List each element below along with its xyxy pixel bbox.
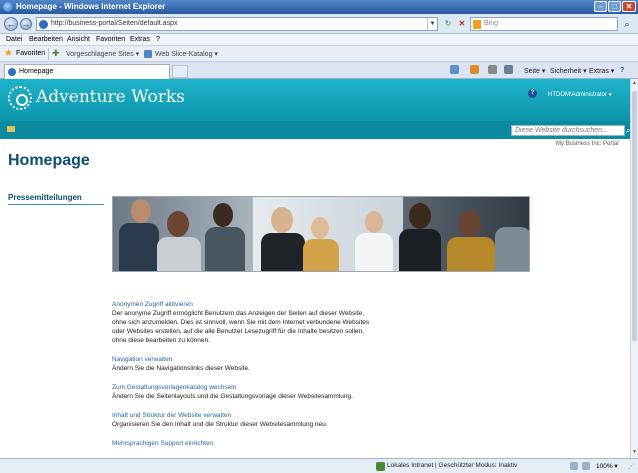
item-link[interactable]: Mehrsprachigen Support einrichten bbox=[112, 440, 372, 448]
close-button[interactable]: ✕ bbox=[622, 1, 636, 12]
portal-link[interactable]: My Business Inc. Portal bbox=[556, 141, 619, 147]
site-action-bar: Diese Website durchsuchen... ⌕ bbox=[0, 121, 630, 139]
item-description: Der anonyme Zugriff ermöglicht Benutzern… bbox=[112, 310, 370, 344]
list-item: Navigation verwalten Ändern Sie die Navi… bbox=[112, 356, 372, 373]
menu-datei[interactable]: Datei bbox=[6, 36, 22, 43]
print-icon[interactable] bbox=[504, 65, 513, 74]
tab-homepage[interactable]: Homepage bbox=[4, 64, 170, 79]
bing-search-input[interactable]: Bing bbox=[470, 17, 618, 31]
safety-menu[interactable]: Sicherheit ▾ bbox=[550, 67, 587, 75]
left-nav-heading[interactable]: Pressemitteilungen bbox=[8, 193, 104, 205]
scroll-down-icon[interactable]: ▼ bbox=[631, 449, 638, 457]
item-link[interactable]: Navigation verwalten bbox=[112, 356, 372, 364]
window-title: Homepage - Windows Internet Explorer bbox=[16, 2, 166, 11]
forward-button[interactable]: → bbox=[20, 18, 32, 30]
user-menu[interactable]: HTDOM\Administrator ▾ bbox=[548, 91, 612, 98]
zoom-level[interactable]: 100% ▾ bbox=[596, 462, 618, 470]
site-title[interactable]: Adventure Works bbox=[36, 87, 185, 107]
favorites-star-icon[interactable]: ★ bbox=[4, 48, 13, 59]
item-description: Ändern Sie die Seitenlayouts und die Ges… bbox=[112, 393, 353, 400]
page-icon bbox=[39, 20, 48, 29]
menu-ansicht[interactable]: Ansicht bbox=[67, 36, 90, 43]
item-description: Organisieren Sie den Inhalt und die Stru… bbox=[112, 421, 328, 428]
page-menu[interactable]: Seite ▾ bbox=[524, 67, 545, 75]
menu-help[interactable]: ? bbox=[156, 36, 160, 43]
menu-extras[interactable]: Extras bbox=[130, 36, 150, 43]
site-search-input[interactable]: Diese Website durchsuchen... bbox=[511, 125, 625, 136]
menu-bar: Datei Bearbeiten Ansicht Favoriten Extra… bbox=[0, 34, 638, 46]
help-icon[interactable]: ? bbox=[620, 67, 624, 74]
zoom-icon[interactable] bbox=[582, 462, 590, 470]
status-bar: Lokales Intranet | Geschützter Modus: In… bbox=[0, 458, 638, 473]
content-list: Anonymen Zugriff aktivieren Der anonyme … bbox=[112, 301, 372, 458]
ie-app-icon bbox=[3, 2, 13, 12]
menu-bearbeiten[interactable]: Bearbeiten bbox=[29, 36, 63, 43]
refresh-button[interactable]: ↻ bbox=[442, 18, 454, 30]
scroll-up-icon[interactable]: ▲ bbox=[631, 80, 638, 88]
url-dropdown-button[interactable]: ▼ bbox=[427, 18, 437, 30]
search-go-icon[interactable]: ⌕ bbox=[620, 18, 634, 30]
adventure-works-logo-icon[interactable] bbox=[8, 86, 32, 110]
security-zone-text[interactable]: Lokales Intranet | Geschützter Modus: In… bbox=[387, 462, 517, 469]
item-link[interactable]: Anonymen Zugriff aktivieren bbox=[112, 301, 372, 309]
vertical-scrollbar[interactable]: ▲ ▼ bbox=[630, 79, 638, 458]
security-icon[interactable] bbox=[570, 462, 578, 470]
item-description: Ändern Sie die Navigationslinks dieser W… bbox=[112, 365, 250, 372]
site-help-icon[interactable]: ? bbox=[528, 89, 537, 98]
left-nav-heading-label: Pressemitteilungen bbox=[8, 193, 82, 202]
resize-grip-icon[interactable]: ⋰ bbox=[628, 463, 634, 470]
address-bar: ← → http://business-portal/Seiten/defaul… bbox=[0, 14, 638, 34]
tools-menu[interactable]: Extras ▾ bbox=[589, 67, 614, 75]
item-link[interactable]: Inhalt und Struktur der Website verwalte… bbox=[112, 412, 372, 420]
web-slice-link[interactable]: Web Slice-Katalog ▾ bbox=[155, 50, 218, 58]
back-button[interactable]: ← bbox=[4, 17, 18, 31]
mail-icon[interactable] bbox=[488, 65, 497, 74]
title-bar: Homepage - Windows Internet Explorer – □… bbox=[0, 0, 638, 14]
home-icon[interactable] bbox=[450, 65, 459, 74]
site-search-placeholder: Diese Website durchsuchen... bbox=[515, 127, 608, 134]
item-link[interactable]: Zum Gestaltungsvorlagenkatalog wechseln bbox=[112, 384, 372, 392]
page-viewport: Adventure Works ? HTDOM\Administrator ▾ … bbox=[0, 79, 630, 458]
tab-label: Homepage bbox=[19, 68, 54, 75]
page-title: Homepage bbox=[8, 152, 90, 169]
web-slice-icon bbox=[144, 50, 152, 58]
menu-favoriten[interactable]: Favoriten bbox=[96, 36, 125, 43]
minimize-button[interactable]: – bbox=[594, 1, 607, 12]
tab-page-icon bbox=[8, 68, 16, 76]
suggested-sites-link[interactable]: Vorgeschlagene Sites ▾ bbox=[66, 50, 139, 58]
feeds-icon[interactable] bbox=[470, 65, 479, 74]
people-banner-image bbox=[112, 196, 530, 272]
url-input[interactable]: http://business-portal/Seiten/default.as… bbox=[36, 17, 438, 31]
new-tab-button[interactable] bbox=[172, 65, 188, 78]
stop-button[interactable]: ✕ bbox=[456, 18, 468, 30]
favorites-button[interactable]: Favoriten bbox=[16, 50, 45, 57]
list-item: Mehrsprachigen Support einrichten bbox=[112, 440, 372, 448]
search-placeholder: Bing bbox=[484, 20, 499, 27]
site-banner: Adventure Works ? HTDOM\Administrator ▾ bbox=[0, 79, 630, 121]
intranet-zone-icon bbox=[376, 462, 385, 471]
favorites-bar: ★ Favoriten ✚ Vorgeschlagene Sites ▾ Web… bbox=[0, 46, 638, 62]
maximize-button[interactable]: □ bbox=[608, 1, 621, 12]
list-item: Zum Gestaltungsvorlagenkatalog wechseln … bbox=[112, 384, 372, 401]
tab-bar: Homepage Seite ▾ Sicherheit ▾ Extras ▾ ? bbox=[0, 62, 638, 79]
list-item: Inhalt und Struktur der Website verwalte… bbox=[112, 412, 372, 429]
scroll-thumb[interactable] bbox=[632, 91, 637, 341]
url-text: http://business-portal/Seiten/default.as… bbox=[51, 20, 178, 27]
add-favorite-icon[interactable]: ✚ bbox=[52, 48, 60, 59]
list-item: Anonymen Zugriff aktivieren Der anonyme … bbox=[112, 301, 372, 345]
folder-icon[interactable] bbox=[7, 126, 15, 132]
bing-icon bbox=[473, 20, 481, 29]
divider bbox=[48, 48, 49, 60]
